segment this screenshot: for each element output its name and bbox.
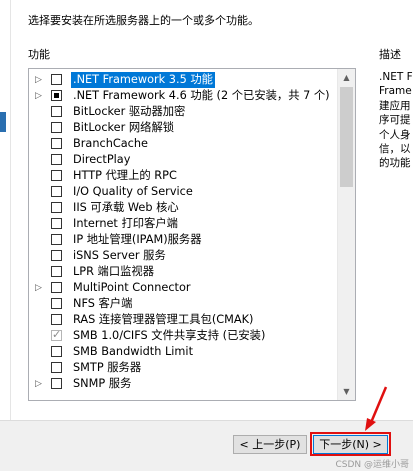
feature-label: IP 地址管理(IPAM)服务器 xyxy=(73,233,202,246)
nav-selected-indicator xyxy=(0,112,6,132)
feature-label: LPR 端口监视器 xyxy=(73,265,155,278)
feature-row[interactable]: ▷ MultiPoint Connector xyxy=(29,280,337,296)
description-line: 建应用 xyxy=(379,99,411,112)
features-list[interactable]: ▷ .NET Framework 3.5 功能 ▷ .NET Framework 4.… xyxy=(28,68,356,401)
feature-label: MultiPoint Connector xyxy=(73,281,191,294)
feature-items: ▷ .NET Framework 3.5 功能 ▷ .NET Framework 4.… xyxy=(29,72,337,392)
feature-checkbox[interactable] xyxy=(51,138,62,149)
feature-label: iSNS Server 服务 xyxy=(73,249,166,262)
feature-label: DirectPlay xyxy=(73,153,131,166)
feature-row[interactable]: SMTP 服务器 xyxy=(29,360,337,376)
feature-row[interactable]: NFS 客户端 xyxy=(29,296,337,312)
left-nav xyxy=(0,0,11,420)
expand-chevron-icon[interactable]: ▷ xyxy=(35,72,45,88)
next-button-highlight xyxy=(310,432,391,456)
feature-checkbox[interactable] xyxy=(51,298,62,309)
feature-checkbox[interactable] xyxy=(51,74,62,85)
feature-row[interactable]: IIS 可承载 Web 核心 xyxy=(29,200,337,216)
feature-label: Internet 打印客户端 xyxy=(73,217,178,230)
instructions-text: 选择要安装在所选服务器上的一个或多个功能。 xyxy=(28,14,259,27)
feature-checkbox[interactable] xyxy=(51,122,62,133)
feature-checkbox[interactable] xyxy=(51,186,62,197)
feature-row[interactable]: iSNS Server 服务 xyxy=(29,248,337,264)
feature-row[interactable]: BitLocker 驱动器加密 xyxy=(29,104,337,120)
description-line: 的功能 xyxy=(379,157,411,170)
scroll-down-icon[interactable]: ▼ xyxy=(338,383,355,400)
expand-chevron-icon[interactable]: ▷ xyxy=(35,280,45,296)
feature-checkbox[interactable] xyxy=(51,154,62,165)
feature-checkbox[interactable] xyxy=(51,90,62,101)
feature-row[interactable]: BitLocker 网络解锁 xyxy=(29,120,337,136)
feature-checkbox[interactable] xyxy=(51,170,62,181)
feature-label: IIS 可承载 Web 核心 xyxy=(73,201,179,214)
description-heading: 描述 xyxy=(379,48,401,61)
expand-chevron-icon[interactable]: ▷ xyxy=(35,88,45,104)
description-line: 个人身 xyxy=(379,128,411,141)
description-text: .NET F Frame 建应用序可提 个人身信，以 的功能 xyxy=(379,70,413,171)
feature-label: .NET Framework 3.5 功能 xyxy=(71,72,215,88)
feature-checkbox[interactable] xyxy=(51,282,62,293)
feature-row[interactable]: ▷ .NET Framework 3.5 功能 xyxy=(29,72,337,88)
feature-row[interactable]: ▷ SNMP 服务 xyxy=(29,376,337,392)
feature-checkbox[interactable] xyxy=(51,234,62,245)
feature-checkbox[interactable] xyxy=(51,314,62,325)
feature-checkbox[interactable] xyxy=(51,250,62,261)
feature-row[interactable]: HTTP 代理上的 RPC xyxy=(29,168,337,184)
scroll-thumb[interactable] xyxy=(340,87,353,187)
feature-row[interactable]: LPR 端口监视器 xyxy=(29,264,337,280)
description-line: 信，以 xyxy=(379,143,411,156)
features-scrollbar[interactable]: ▲ ▼ xyxy=(337,69,355,400)
feature-label: SMTP 服务器 xyxy=(73,361,142,374)
expand-chevron-icon[interactable]: ▷ xyxy=(35,376,45,392)
feature-label: SNMP 服务 xyxy=(73,377,132,390)
feature-label: BitLocker 网络解锁 xyxy=(73,121,175,134)
watermark: CSDN @运维小哥 xyxy=(335,460,409,470)
feature-checkbox xyxy=(51,327,62,343)
feature-row[interactable]: SMB Bandwidth Limit xyxy=(29,344,337,360)
feature-checkbox[interactable] xyxy=(51,218,62,229)
feature-row[interactable]: BranchCache xyxy=(29,136,337,152)
feature-checkbox[interactable] xyxy=(51,346,62,357)
description-line: 序可提 xyxy=(379,114,411,127)
feature-row[interactable]: SMB 1.0/CIFS 文件共享支持 (已安装) xyxy=(29,327,337,344)
feature-row[interactable]: I/O Quality of Service xyxy=(29,184,337,200)
red-arrow-icon xyxy=(365,386,388,431)
scroll-up-icon[interactable]: ▲ xyxy=(338,69,355,86)
feature-label: BranchCache xyxy=(73,137,148,150)
feature-label: SMB Bandwidth Limit xyxy=(73,345,193,358)
feature-label: SMB 1.0/CIFS 文件共享支持 (已安装) xyxy=(73,329,266,342)
feature-label: .NET Framework 4.6 功能 (2 个已安装，共 7 个) xyxy=(73,89,330,102)
feature-row[interactable]: IP 地址管理(IPAM)服务器 xyxy=(29,232,337,248)
feature-checkbox[interactable] xyxy=(51,202,62,213)
feature-checkbox[interactable] xyxy=(51,106,62,117)
description-line: Frame xyxy=(379,85,412,98)
previous-button[interactable]: < 上一步(P) xyxy=(233,435,307,454)
feature-checkbox[interactable] xyxy=(51,362,62,373)
feature-row[interactable]: RAS 连接管理器管理工具包(CMAK) xyxy=(29,312,337,328)
feature-checkbox[interactable] xyxy=(51,378,62,389)
features-heading: 功能 xyxy=(28,48,50,61)
feature-label: HTTP 代理上的 RPC xyxy=(73,169,177,182)
feature-label: RAS 连接管理器管理工具包(CMAK) xyxy=(73,313,254,326)
feature-label: BitLocker 驱动器加密 xyxy=(73,105,186,118)
feature-row[interactable]: ▷ .NET Framework 4.6 功能 (2 个已安装，共 7 个) xyxy=(29,88,337,104)
feature-label: NFS 客户端 xyxy=(73,297,133,310)
description-line: .NET F xyxy=(379,71,413,83)
feature-row[interactable]: Internet 打印客户端 xyxy=(29,216,337,232)
feature-label: I/O Quality of Service xyxy=(73,185,193,198)
feature-row[interactable]: DirectPlay xyxy=(29,152,337,168)
feature-checkbox[interactable] xyxy=(51,266,62,277)
